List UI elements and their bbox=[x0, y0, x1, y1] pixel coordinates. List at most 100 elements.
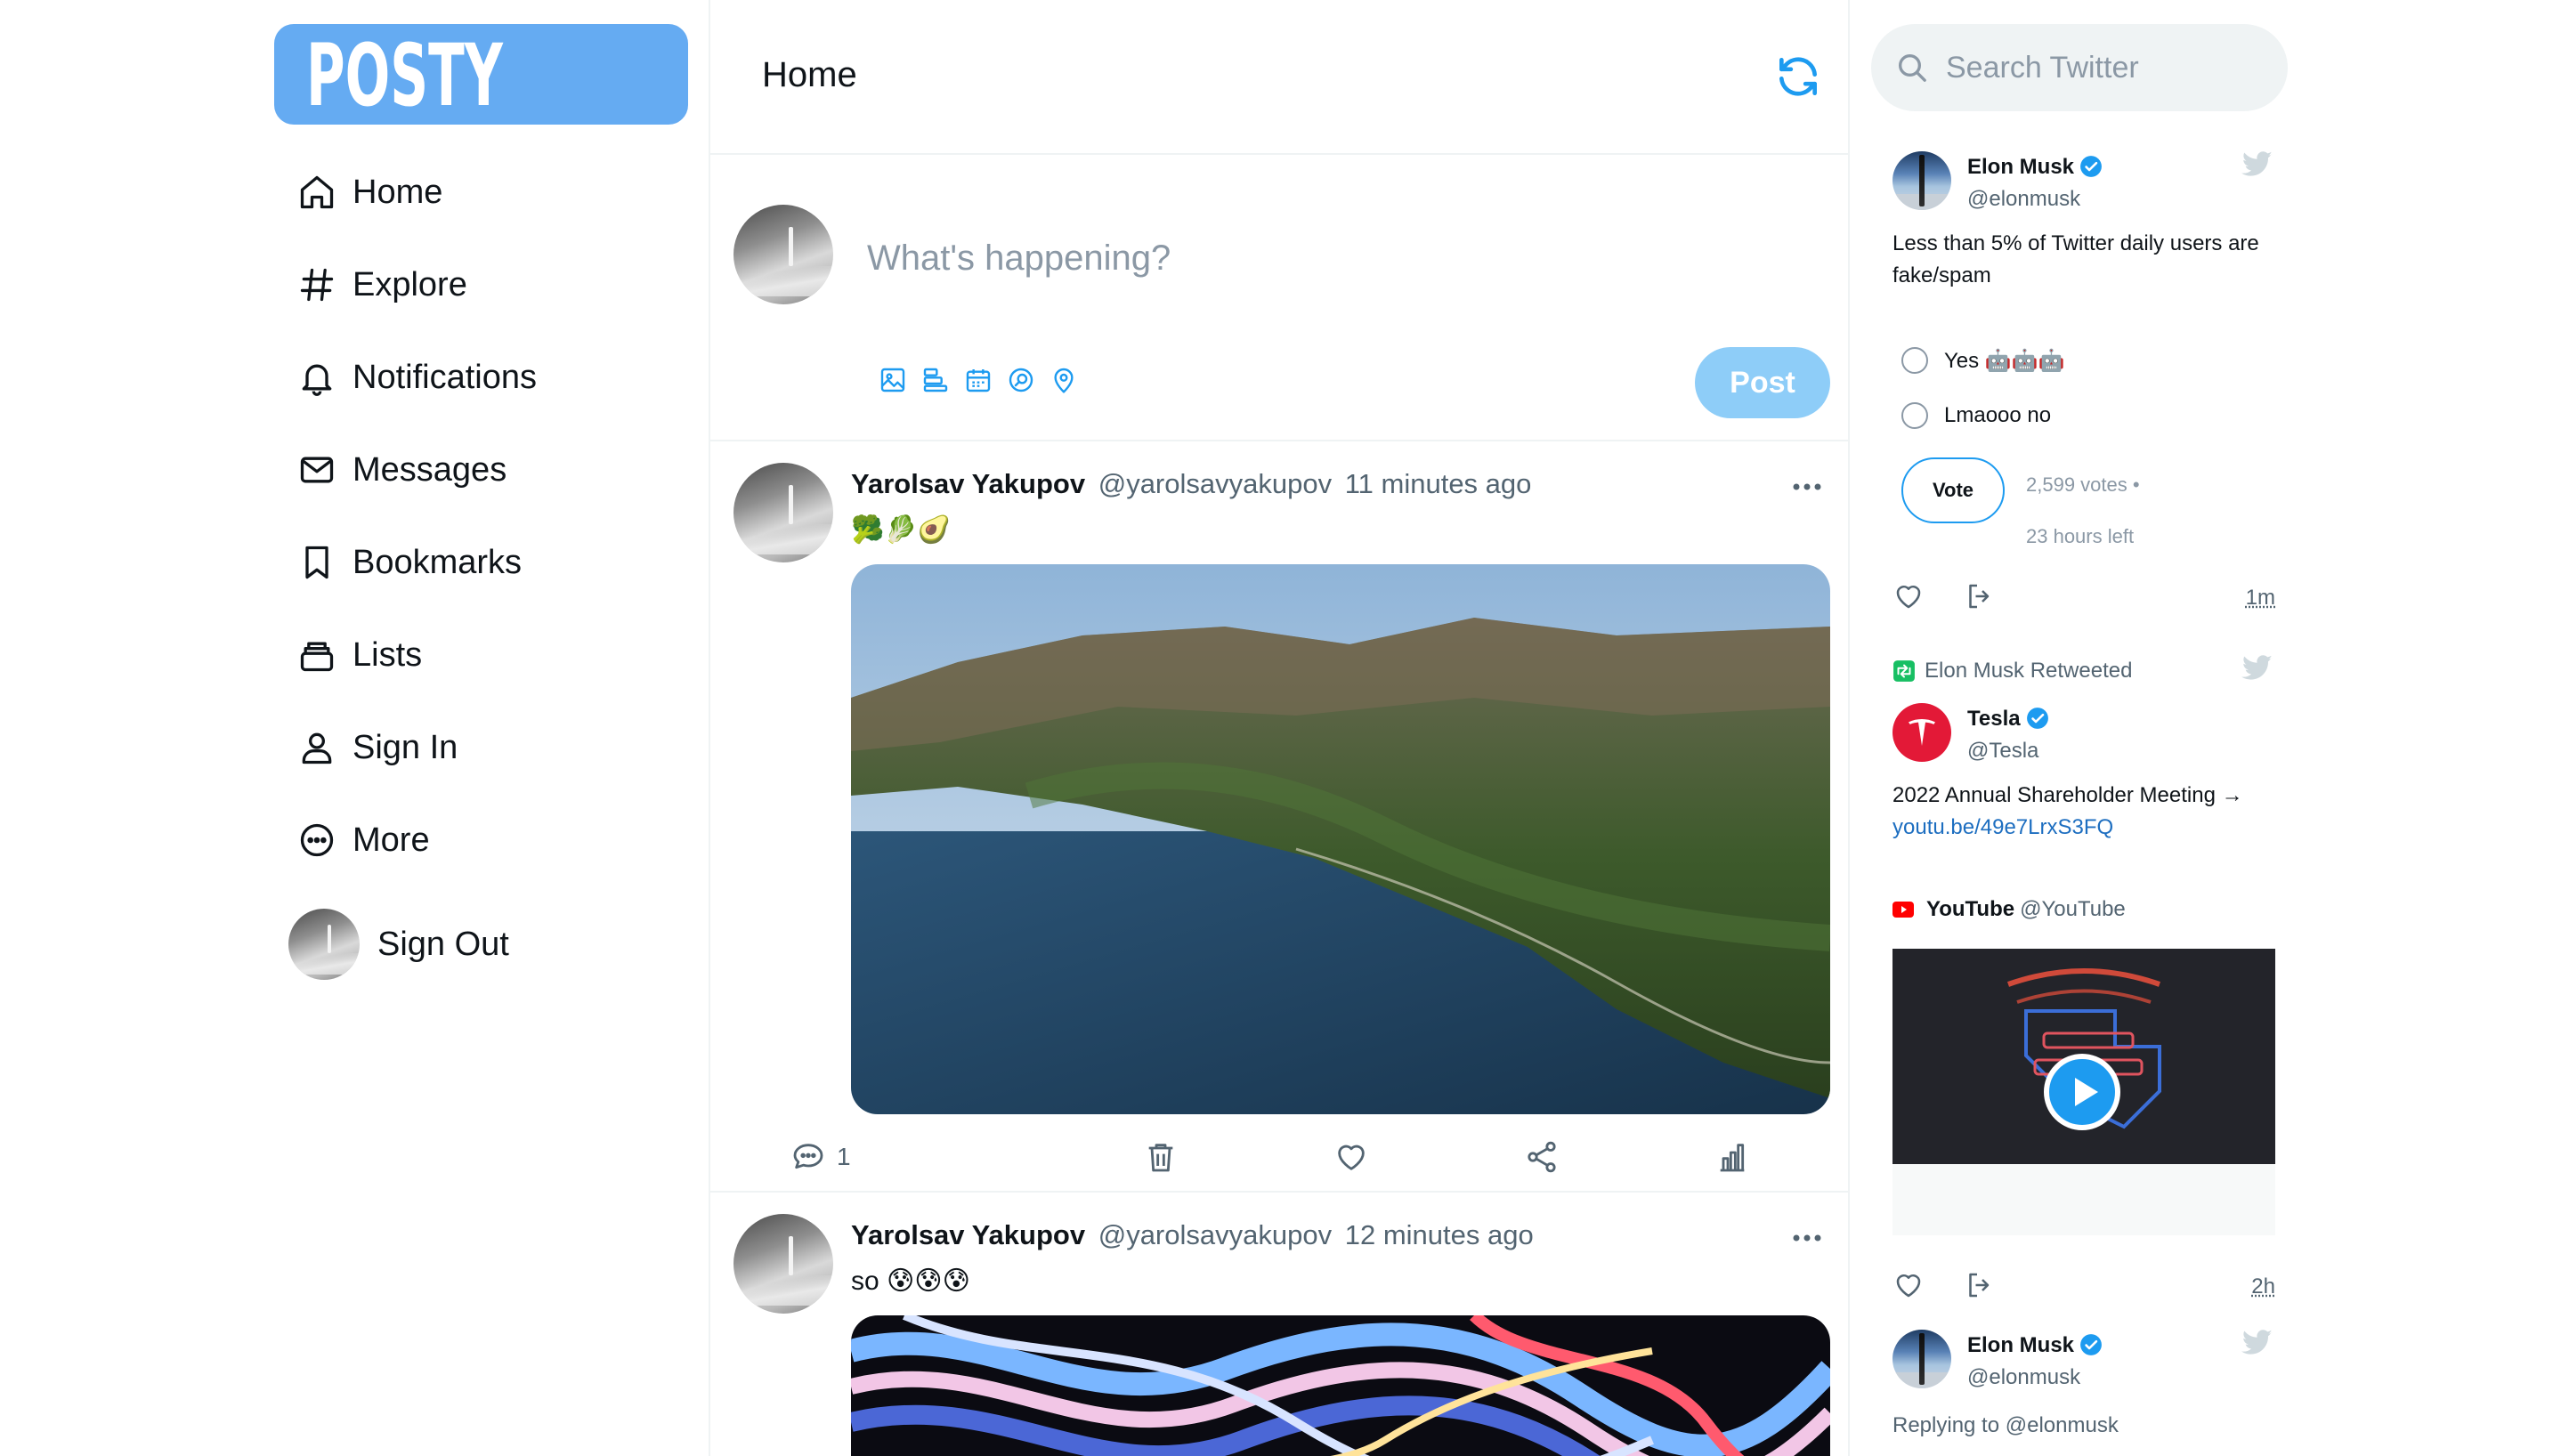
sidebar-item-bookmarks[interactable]: Bookmarks bbox=[296, 527, 522, 598]
sidebar-item-lists[interactable]: Lists bbox=[296, 619, 422, 691]
sidebar-item-explore[interactable]: Explore bbox=[296, 249, 467, 320]
sidebar-item-label: Home bbox=[353, 173, 443, 211]
hashtag-icon bbox=[296, 263, 338, 306]
twitter-bird-icon[interactable] bbox=[2241, 655, 2273, 682]
avatar[interactable] bbox=[733, 1214, 833, 1314]
search-input[interactable] bbox=[1946, 50, 2266, 85]
image-icon[interactable] bbox=[878, 365, 908, 395]
tweet-text: Less than 5% of Twitter daily users are … bbox=[1892, 231, 2259, 287]
sidebar-item-notifications[interactable]: Notifications bbox=[296, 342, 537, 413]
schedule-icon[interactable] bbox=[963, 365, 993, 395]
tesla-logo-icon bbox=[1909, 719, 1935, 746]
poll-option[interactable]: Yes 🤖🤖🤖 bbox=[1901, 347, 2064, 374]
post-author-handle[interactable]: @yarolsavyakupov bbox=[1098, 1219, 1332, 1250]
feed-header: Home bbox=[710, 0, 1848, 155]
tweet-author-handle[interactable]: @elonmusk bbox=[1967, 187, 2080, 212]
sidebar-item-label: Sign Out bbox=[377, 925, 509, 963]
post-image[interactable] bbox=[851, 564, 1830, 1114]
sidebar-item-more[interactable]: More bbox=[296, 805, 430, 876]
sidebar-item-label: Sign In bbox=[353, 728, 458, 766]
analytics-button[interactable] bbox=[1714, 1132, 1750, 1182]
card-source-handle: @YouTube bbox=[2020, 897, 2126, 921]
sidebar-item-label: Notifications bbox=[353, 358, 537, 396]
avatar[interactable] bbox=[1892, 703, 1951, 762]
sidebar: POSTY Home Explore Notifications Message… bbox=[0, 0, 709, 1456]
tweet-author-handle[interactable]: @elonmusk bbox=[1967, 1365, 2080, 1390]
avatar[interactable] bbox=[1892, 151, 1951, 210]
main-feed: Home Post Y bbox=[709, 0, 1850, 1456]
composer-toolbar bbox=[878, 365, 1079, 395]
right-sidebar: Elon Musk @elonmusk Less than 5% of Twit… bbox=[1850, 0, 2553, 1456]
poll-option[interactable]: Lmaooo no bbox=[1901, 402, 2051, 429]
card-source[interactable]: YouTube @YouTube bbox=[1892, 897, 2126, 922]
avatar bbox=[733, 205, 833, 304]
sidebar-item-label: Messages bbox=[353, 450, 507, 489]
more-options-icon[interactable] bbox=[1789, 1225, 1825, 1251]
delete-button[interactable] bbox=[1143, 1132, 1179, 1182]
tweet-actions: 2h bbox=[1892, 1269, 2275, 1305]
post-header: Yarolsav Yakupov @yarolsavyakupov 12 min… bbox=[851, 1219, 1534, 1251]
share-button[interactable] bbox=[1524, 1132, 1560, 1182]
verified-badge-icon bbox=[2080, 156, 2102, 177]
tweet-actions: 1m bbox=[1892, 580, 2275, 616]
poll-time-left: 23 hours left bbox=[2026, 525, 2135, 547]
sidebar-item-home[interactable]: Home bbox=[296, 157, 442, 228]
refresh-icon[interactable] bbox=[1773, 52, 1823, 101]
share-out-icon[interactable] bbox=[1964, 580, 1996, 612]
post-author-name[interactable]: Yarolsav Yakupov bbox=[851, 468, 1085, 499]
compose-input[interactable] bbox=[867, 231, 1668, 285]
video-thumbnail[interactable] bbox=[1892, 949, 2275, 1164]
tweet-author-name-text: Elon Musk bbox=[1967, 1333, 2075, 1357]
play-icon[interactable] bbox=[2044, 1054, 2120, 1130]
logo[interactable]: POSTY bbox=[274, 24, 688, 125]
lists-icon bbox=[296, 634, 338, 676]
tweet-time-link[interactable]: 1m bbox=[2246, 586, 2275, 611]
avatar[interactable] bbox=[733, 463, 833, 562]
avatar bbox=[288, 909, 360, 980]
logo-text: POSTY bbox=[306, 26, 503, 125]
tweet-link[interactable]: youtu.be/49e7LrxS3FQ bbox=[1892, 812, 2284, 844]
post-author-name[interactable]: Yarolsav Yakupov bbox=[851, 1219, 1085, 1250]
tweet-author-name[interactable]: Elon Musk bbox=[1967, 1333, 2103, 1358]
search-icon bbox=[1899, 54, 1926, 82]
search-bar[interactable] bbox=[1871, 24, 2288, 111]
sidebar-item-signout[interactable]: Sign Out bbox=[288, 908, 509, 981]
share-out-icon[interactable] bbox=[1964, 1269, 1996, 1301]
avatar[interactable] bbox=[1892, 1330, 1951, 1388]
search-media-icon[interactable] bbox=[1006, 365, 1036, 395]
location-icon[interactable] bbox=[1049, 365, 1079, 395]
tweet-author-handle[interactable]: @Tesla bbox=[1967, 739, 2038, 764]
heart-icon[interactable] bbox=[1892, 580, 1925, 612]
sidebar-item-signin[interactable]: Sign In bbox=[296, 712, 458, 783]
radio-button[interactable] bbox=[1901, 347, 1928, 374]
verified-badge-icon bbox=[2080, 1334, 2102, 1355]
video-card-footer[interactable] bbox=[1892, 1164, 2275, 1235]
post: Yarolsav Yakupov @yarolsavyakupov 12 min… bbox=[710, 1193, 1848, 1456]
radio-button[interactable] bbox=[1901, 402, 1928, 429]
more-options-icon[interactable] bbox=[1789, 473, 1825, 500]
like-button[interactable] bbox=[1333, 1132, 1369, 1182]
tweet-author-name-text: Tesla bbox=[1967, 707, 2021, 731]
youtube-icon bbox=[1892, 902, 1914, 918]
retweet-icon bbox=[1893, 660, 1915, 682]
user-icon bbox=[296, 726, 338, 769]
tweet-author-name[interactable]: Elon Musk bbox=[1967, 155, 2103, 180]
retweet-header: Elon Musk Retweeted bbox=[1892, 659, 2132, 684]
post-image[interactable] bbox=[851, 1315, 1830, 1456]
tweet-author-name[interactable]: Tesla bbox=[1967, 707, 2049, 732]
twitter-bird-icon[interactable] bbox=[2241, 151, 2273, 178]
post-author-handle[interactable]: @yarolsavyakupov bbox=[1098, 468, 1332, 499]
post-text: 🥦🥬🥑 bbox=[851, 515, 952, 545]
tweet-time-link[interactable]: 2h bbox=[2251, 1274, 2275, 1299]
poll-icon[interactable] bbox=[920, 365, 951, 395]
abstract-wave-image bbox=[851, 1315, 1830, 1456]
retweet-label: Elon Musk Retweeted bbox=[1925, 659, 2133, 683]
trash-icon bbox=[1148, 1144, 1173, 1172]
embedded-tweet: Elon Musk @elonmusk Less than 5% of Twit… bbox=[1892, 151, 2275, 623]
vote-button[interactable]: Vote bbox=[1901, 457, 2005, 523]
comment-button[interactable]: 1 bbox=[790, 1132, 851, 1182]
heart-icon[interactable] bbox=[1892, 1269, 1925, 1301]
twitter-bird-icon[interactable] bbox=[2241, 1330, 2273, 1356]
post-button[interactable]: Post bbox=[1695, 347, 1830, 418]
sidebar-item-messages[interactable]: Messages bbox=[296, 434, 507, 506]
